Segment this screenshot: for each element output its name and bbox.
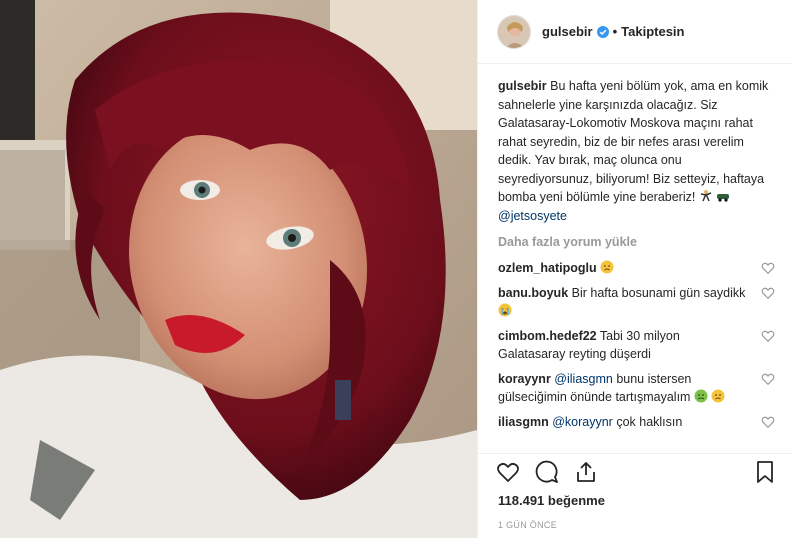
comment-username[interactable]: korayynr [498,372,551,386]
avatar-image [498,15,530,48]
dancer-emoji-icon [700,190,712,202]
comment-username[interactable]: banu.boyuk [498,286,568,300]
bookmark-save-icon[interactable] [753,460,777,484]
author-username[interactable]: gulsebir [542,24,593,39]
post-caption: gulsebir Bu hafta yeni bölüm yok, ama en… [498,77,775,225]
header-separator: • [612,24,618,39]
post-photo[interactable] [0,0,477,538]
comment-like-heart-icon[interactable] [761,415,775,429]
comment-mention[interactable]: @korayynr [552,415,613,429]
comment-username[interactable]: ozlem_hatipoglu [498,261,597,275]
post-header: gulsebir • Takiptesin [478,0,791,64]
action-icons [496,460,598,484]
author-avatar[interactable] [497,14,531,49]
comment-item: banu.boyuk Bir hafta bosunami gün saydik… [498,284,775,321]
comment-item: cimbom.hedef22 Tabi 30 milyon Galatasara… [498,327,775,364]
comment-item: ozlem_hatipoglu [498,259,775,278]
caption-mention[interactable]: @jetsosyete [498,209,567,223]
comment-text: çok haklısın [616,414,683,429]
car-emoji-icon [717,194,730,202]
comment-item: korayynr @iliasgmn bunu istersen gülseci… [498,370,775,407]
comment-item: iliasgmn @korayynr çok haklısın [498,413,775,432]
comment-username[interactable]: iliasgmn [498,415,549,429]
sad-face-emoji-icon [711,389,725,403]
like-heart-icon[interactable] [496,460,520,484]
comment-like-heart-icon[interactable] [761,372,775,386]
post-side-panel: gulsebir • Takiptesin gulsebir Bu hafta … [477,0,791,538]
post-timestamp: 1 GÜN ÖNCE [498,520,558,530]
selfie-image [0,0,477,538]
instagram-post: gulsebir • Takiptesin gulsebir Bu hafta … [0,0,791,538]
comment-bubble-icon[interactable] [535,460,559,484]
load-more-comments-button[interactable]: Daha fazla yorum yükle [498,235,775,249]
following-button[interactable]: Takiptesin [621,24,684,39]
comment-like-heart-icon[interactable] [761,329,775,343]
post-actions: 118.491 beğenme 1 GÜN ÖNCE [478,453,791,538]
sad-face-emoji-icon [600,260,614,274]
comment-username[interactable]: cimbom.hedef22 [498,329,597,343]
crying-face-emoji-icon [498,303,512,317]
verified-badge-icon [596,25,609,38]
comment-text: Bir hafta bosunami gün saydikk [571,285,746,300]
share-upload-icon[interactable] [574,460,598,484]
comment-mention[interactable]: @iliasgmn [554,372,613,386]
comment-like-heart-icon[interactable] [761,286,775,300]
caption-text: Bu hafta yeni bölüm yok, ama en komik sa… [498,79,769,204]
likes-count[interactable]: 118.491 beğenme [498,493,605,508]
caption-username[interactable]: gulsebir [498,79,547,93]
nauseated-face-emoji-icon [694,389,708,403]
comment-like-heart-icon[interactable] [761,261,775,275]
comments-section: gulsebir Bu hafta yeni bölüm yok, ama en… [478,64,791,453]
